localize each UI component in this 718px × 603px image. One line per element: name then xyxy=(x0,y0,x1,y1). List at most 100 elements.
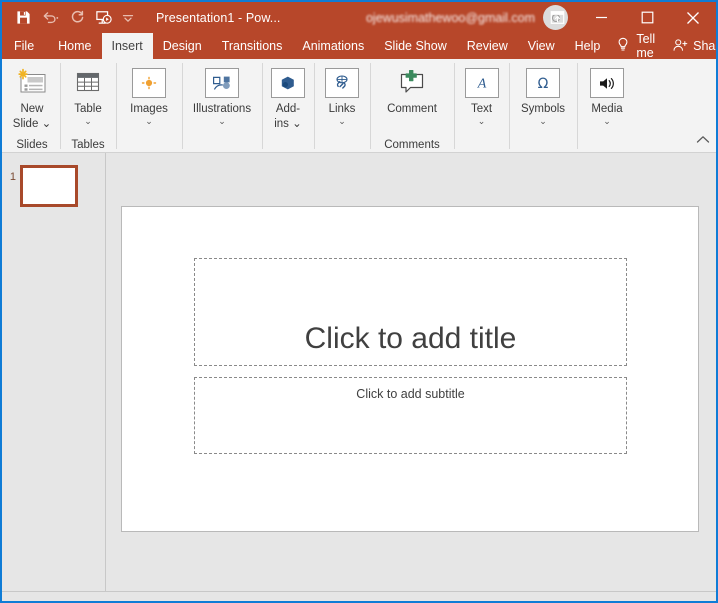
ribbon-group-text: A Text ⌄ xyxy=(454,59,509,153)
list-item[interactable]: 1 xyxy=(2,165,105,207)
comment-button[interactable]: Comment xyxy=(387,63,437,116)
text-label: Text xyxy=(470,103,493,115)
chevron-down-icon[interactable]: ⌄ xyxy=(42,118,52,131)
ribbon-group-title-tables: Tables xyxy=(71,139,105,151)
slide-edit-pane[interactable]: Click to add title Click to add subtitle xyxy=(106,153,716,591)
powerpoint-window: Presentation1 - Pow... ojewusimathewoo@g… xyxy=(0,0,718,603)
title-bar: Presentation1 - Pow... ojewusimathewoo@g… xyxy=(2,2,716,33)
lightbulb-icon xyxy=(616,37,630,55)
media-label: Media xyxy=(591,103,623,115)
ribbon-group-illustrations: Illustrations ⌄ xyxy=(182,59,262,153)
collapse-ribbon-icon[interactable] xyxy=(696,131,710,149)
ribbon-group-add-ins: Add- ins ⌄ xyxy=(262,59,314,153)
svg-text:Ω: Ω xyxy=(538,76,549,92)
chevron-down-icon[interactable]: ⌄ xyxy=(218,117,226,126)
subtitle-placeholder-text: Click to add subtitle xyxy=(356,387,465,401)
table-icon xyxy=(72,65,104,101)
new-slide-icon xyxy=(15,65,49,101)
tell-me-label: Tell me xyxy=(636,32,656,60)
title-placeholder[interactable]: Click to add title xyxy=(194,258,627,366)
tab-design[interactable]: Design xyxy=(153,33,212,59)
text-icon: A xyxy=(464,65,499,101)
tab-file[interactable]: File xyxy=(2,33,48,59)
status-bar xyxy=(2,591,716,601)
media-button[interactable]: Media ⌄ xyxy=(590,63,624,126)
tab-home[interactable]: Home xyxy=(48,33,101,59)
chevron-down-icon[interactable]: ⌄ xyxy=(478,117,486,126)
slide-number: 1 xyxy=(9,171,16,183)
share-label: Share xyxy=(693,39,716,53)
tell-me-box[interactable]: Tell me xyxy=(610,32,665,60)
comment-label: Comment xyxy=(387,103,437,115)
text-button[interactable]: A Text ⌄ xyxy=(464,63,499,126)
illustrations-button[interactable]: Illustrations ⌄ xyxy=(192,63,252,126)
share-button[interactable]: Share xyxy=(665,33,716,59)
slide-thumbnail-pane[interactable]: 1 xyxy=(2,153,106,591)
tab-help[interactable]: Help xyxy=(565,33,611,59)
tab-slide-show[interactable]: Slide Show xyxy=(374,33,457,59)
ribbon-insert-tab: New Slide ⌄ Slides Table ⌄ Tables Images… xyxy=(2,59,716,153)
illustrations-icon xyxy=(204,65,239,101)
comment-icon xyxy=(395,65,429,101)
tab-review[interactable]: Review xyxy=(457,33,518,59)
ribbon-group-media: Media ⌄ xyxy=(577,59,637,153)
chevron-down-icon[interactable]: ⌄ xyxy=(539,117,547,126)
links-icon xyxy=(325,65,359,101)
redo-icon[interactable] xyxy=(64,6,90,30)
new-slide-button[interactable]: New Slide ⌄ xyxy=(13,63,51,131)
tab-insert[interactable]: Insert xyxy=(101,33,153,59)
save-icon[interactable] xyxy=(10,6,36,30)
chevron-down-icon[interactable]: ⌄ xyxy=(145,117,153,126)
undo-icon[interactable] xyxy=(37,6,63,30)
slide-thumbnail[interactable] xyxy=(20,165,78,207)
table-label: Table xyxy=(74,103,102,115)
new-slide-label-line1: New xyxy=(20,103,44,115)
svg-text:A: A xyxy=(476,77,486,92)
maximize-button[interactable] xyxy=(624,2,670,33)
minimize-button[interactable] xyxy=(578,2,624,33)
close-button[interactable] xyxy=(670,2,716,33)
workspace: 1 Click to add title Click to add subtit… xyxy=(2,153,716,591)
quick-access-toolbar xyxy=(2,6,138,30)
account-name: ojewusimathewoo@gmail.com xyxy=(365,10,535,25)
ribbon-group-tables: Table ⌄ Tables xyxy=(60,59,116,153)
ribbon-group-title-slides: Slides xyxy=(16,139,48,151)
media-icon xyxy=(590,65,624,101)
share-person-icon xyxy=(673,38,688,55)
ribbon-group-slides: New Slide ⌄ Slides xyxy=(4,59,60,153)
chevron-down-icon[interactable]: ⌄ xyxy=(603,117,611,126)
window-controls xyxy=(536,2,716,33)
ribbon-group-links: Links ⌄ xyxy=(314,59,370,153)
tab-animations[interactable]: Animations xyxy=(292,33,374,59)
ribbon-group-title-comments: Comments xyxy=(384,139,440,151)
ribbon-group-comments: Comment Comments xyxy=(370,59,454,153)
add-ins-icon xyxy=(271,65,305,101)
symbols-icon: Ω xyxy=(525,65,560,101)
symbols-button[interactable]: Ω Symbols ⌄ xyxy=(520,63,566,126)
images-button[interactable]: Images ⌄ xyxy=(130,63,168,126)
ribbon-display-options-icon[interactable] xyxy=(536,2,578,33)
illustrations-label: Illustrations xyxy=(192,103,252,115)
subtitle-placeholder[interactable]: Click to add subtitle xyxy=(194,377,627,454)
ribbon-group-images: Images ⌄ xyxy=(116,59,182,153)
add-ins-label-line2: ins ⌄ xyxy=(274,118,302,131)
images-label: Images xyxy=(130,103,168,115)
chevron-down-icon[interactable]: ⌄ xyxy=(338,117,346,126)
tab-view[interactable]: View xyxy=(518,33,565,59)
ribbon-group-symbols: Ω Symbols ⌄ xyxy=(509,59,577,153)
add-ins-button[interactable]: Add- ins ⌄ xyxy=(271,63,305,131)
document-title: Presentation1 - Pow... xyxy=(156,10,281,25)
start-from-beginning-icon[interactable] xyxy=(91,6,117,30)
chevron-down-icon[interactable]: ⌄ xyxy=(292,118,302,131)
ribbon-tab-strip: File Home Insert Design Transitions Anim… xyxy=(2,32,716,60)
title-placeholder-text: Click to add title xyxy=(304,322,517,355)
table-button[interactable]: Table ⌄ xyxy=(72,63,104,126)
symbols-label: Symbols xyxy=(520,103,566,115)
customize-quick-access-toolbar-icon[interactable] xyxy=(118,6,138,30)
chevron-down-icon[interactable]: ⌄ xyxy=(84,117,92,126)
new-slide-label-line2: Slide ⌄ xyxy=(12,118,52,131)
tab-transitions[interactable]: Transitions xyxy=(212,33,293,59)
slide-canvas[interactable]: Click to add title Click to add subtitle xyxy=(121,206,699,532)
add-ins-label-line1: Add- xyxy=(275,103,301,115)
links-button[interactable]: Links ⌄ xyxy=(325,63,359,126)
